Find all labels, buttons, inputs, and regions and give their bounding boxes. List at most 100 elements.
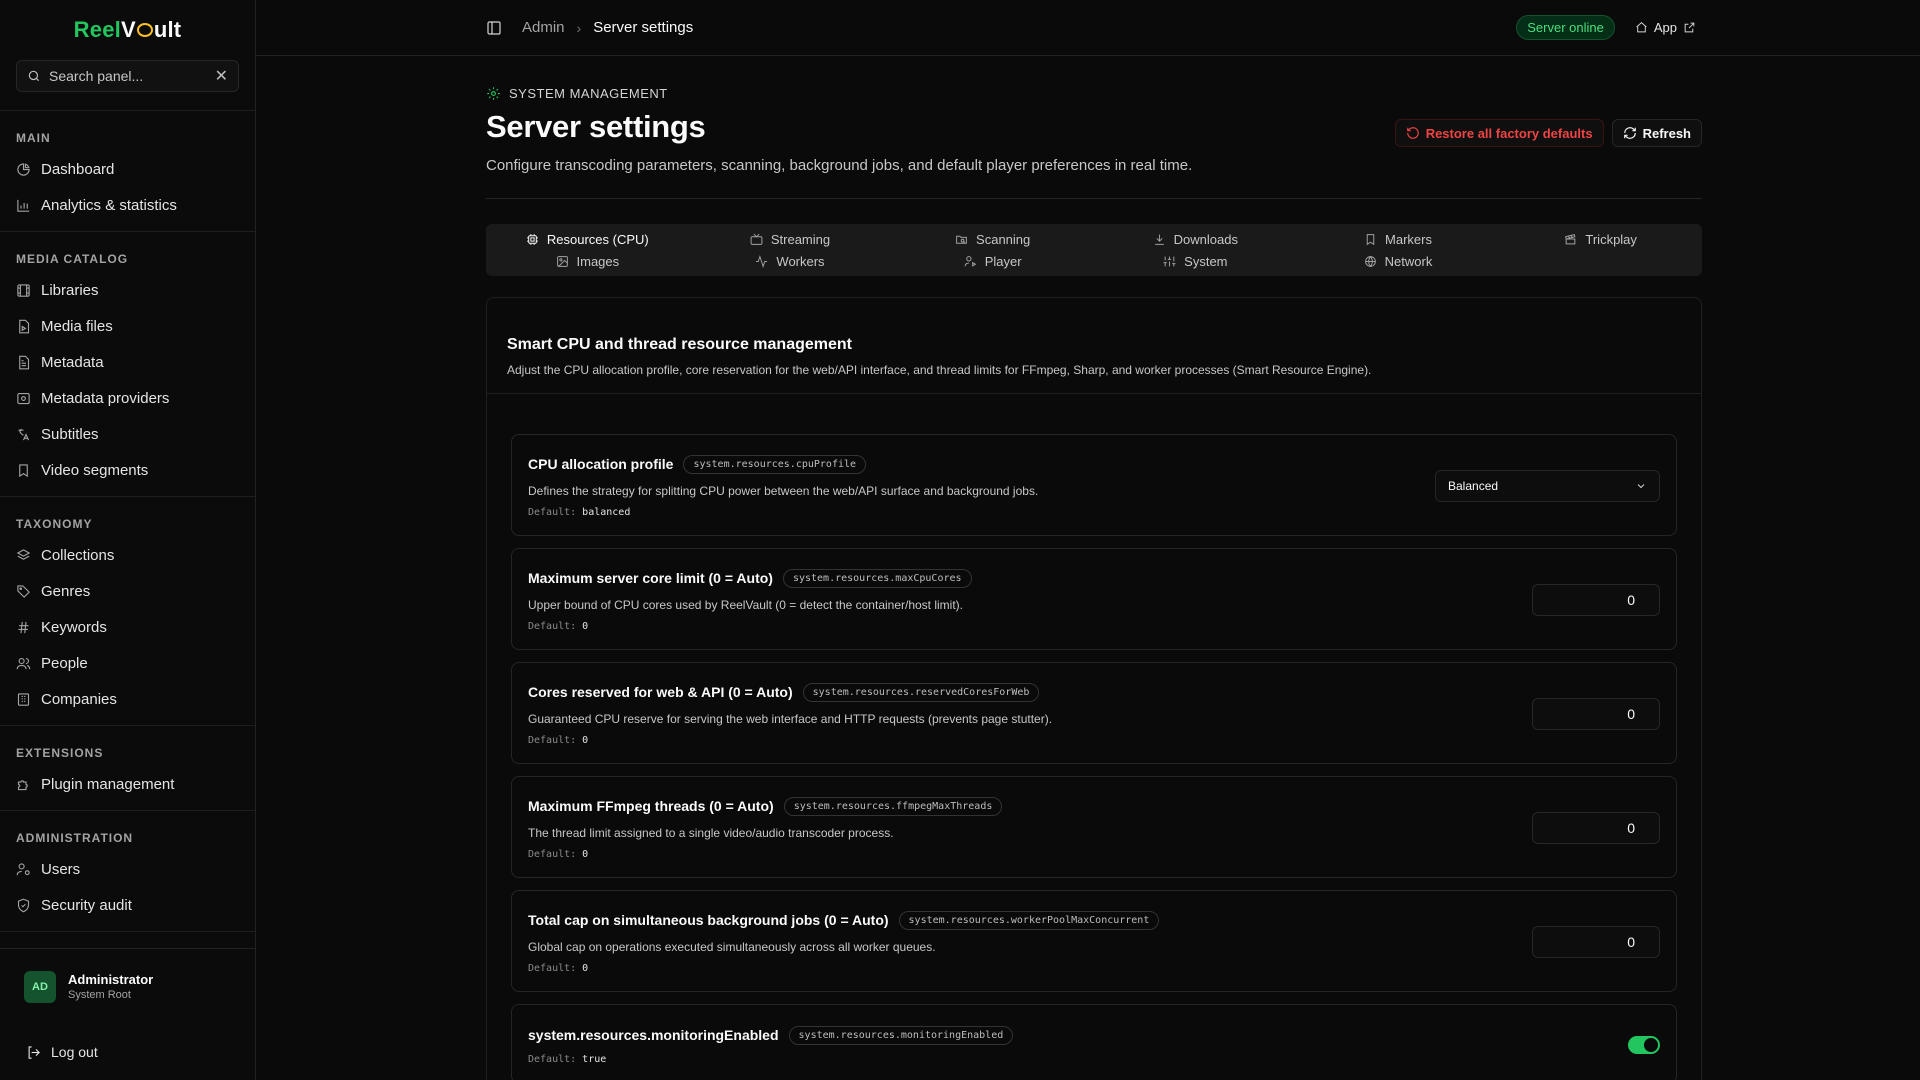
default-label: Default:	[528, 962, 577, 974]
sidebar-item-label: Metadata	[41, 353, 104, 371]
user-cog-icon	[16, 862, 30, 875]
logo-text-v: V	[120, 17, 136, 42]
number-input[interactable]: 0	[1532, 926, 1660, 958]
tab-label: Workers	[776, 253, 825, 269]
sidebar-item-plugin-management[interactable]: Plugin management	[0, 766, 255, 802]
bookmark-icon	[1366, 233, 1375, 245]
sidebar-item-collections[interactable]: Collections	[0, 537, 255, 573]
tab-label: Resources (CPU)	[546, 231, 649, 247]
sidebar-section-title: MEDIA CATALOG	[16, 252, 129, 266]
sidebar-toggle-icon[interactable]	[486, 20, 502, 36]
main: Admin › Server settings Server online Ap…	[256, 0, 1920, 1080]
cpu-icon	[526, 233, 538, 245]
tab-images[interactable]: Images	[486, 250, 689, 272]
sidebar-section-title: MAIN	[16, 131, 51, 145]
number-input[interactable]: 0	[1532, 698, 1660, 730]
sidebar-section-main: MAIN Dashboard Analytics & statistics	[0, 111, 255, 232]
setting-title-row: Cores reserved for web & API (0 = Auto) …	[528, 682, 1532, 702]
sidebar-item-label: Keywords	[41, 618, 107, 636]
search-input[interactable]: Search panel... ✕	[16, 60, 239, 92]
tab-network[interactable]: Network	[1297, 250, 1500, 272]
default-value: 0	[582, 734, 589, 746]
sidebar-item-metadata-providers[interactable]: Metadata providers	[0, 380, 255, 416]
sidebar-item-genres[interactable]: Genres	[0, 573, 255, 609]
sidebar-section-taxonomy: TAXONOMY Collections Genres Keywords Peo…	[0, 497, 255, 726]
tab-trickplay[interactable]: Trickplay	[1499, 228, 1702, 250]
setting-key-badge: system.resources.ffmpegMaxThreads	[783, 796, 1003, 816]
cpu-profile-select[interactable]: Balanced	[1435, 470, 1660, 502]
tab-downloads[interactable]: Downloads	[1094, 228, 1297, 250]
sidebar-item-companies[interactable]: Companies	[0, 681, 255, 717]
file-text-icon	[19, 355, 30, 369]
refresh-button[interactable]: Refresh	[1611, 119, 1702, 147]
app-link[interactable]: App	[1635, 20, 1696, 35]
number-input[interactable]: 0	[1532, 584, 1660, 616]
sidebar-item-keywords[interactable]: Keywords	[0, 609, 255, 645]
tab-scanning[interactable]: Scanning	[891, 228, 1094, 250]
setting-default: Default: balanced	[528, 507, 1435, 518]
clear-search-icon[interactable]: ✕	[215, 66, 228, 86]
sidebar: Reel Vult Search panel... ✕ MAIN Dashboar…	[0, 0, 256, 1080]
breadcrumb-current: Server settings	[593, 19, 694, 36]
sidebar-item-libraries[interactable]: Libraries	[0, 272, 255, 308]
file-video-icon	[19, 319, 30, 333]
sidebar-item-media-files[interactable]: Media files	[0, 308, 255, 344]
sidebar-item-security-audit[interactable]: Security audit	[0, 887, 255, 923]
sidebar-item-users[interactable]: Users	[0, 851, 255, 887]
setting-title-row: Maximum server core limit (0 = Auto) sys…	[528, 568, 1532, 588]
logout-button[interactable]: Log out	[0, 1024, 255, 1080]
languages-icon	[18, 428, 30, 440]
setting-info: Maximum server core limit (0 = Auto) sys…	[528, 568, 1532, 632]
sidebar-item-subtitles[interactable]: Subtitles	[0, 416, 255, 452]
toggle-switch[interactable]	[1628, 1036, 1660, 1054]
sidebar-item-label: Media files	[41, 317, 113, 335]
users-icon	[16, 657, 31, 669]
sidebar-item-people[interactable]: People	[0, 645, 255, 681]
download-icon	[1154, 234, 1164, 245]
panel-description: Adjust the CPU allocation profile, core …	[507, 363, 1372, 377]
setting-key-badge: system.resources.maxCpuCores	[782, 568, 972, 588]
tab-streaming[interactable]: Streaming	[689, 228, 892, 250]
setting-system-resources-reservedcoresforweb: Cores reserved for web & API (0 = Auto) …	[511, 662, 1677, 764]
number-input[interactable]: 0	[1532, 812, 1660, 844]
tab-resources-cpu[interactable]: Resources (CPU)	[486, 228, 689, 250]
sidebar-item-label: Dashboard	[41, 160, 115, 178]
sidebar-item-dashboard[interactable]: Dashboard	[0, 151, 255, 187]
restore-defaults-button[interactable]: Restore all factory defaults	[1394, 119, 1604, 147]
tab-workers[interactable]: Workers	[689, 250, 892, 272]
default-value: 0	[582, 962, 589, 974]
refresh-label: Refresh	[1642, 125, 1691, 141]
setting-system-resources-monitoringenabled: system.resources.monitoringEnabled syste…	[511, 1004, 1677, 1080]
tab-label: Network	[1384, 253, 1433, 269]
layers-icon	[16, 548, 31, 560]
setting-default: Default: 0	[528, 963, 1532, 974]
setting-title: system.resources.monitoringEnabled	[528, 1027, 779, 1043]
search-icon	[28, 70, 40, 82]
pie-chart-icon	[17, 162, 30, 176]
film-reel-icon	[136, 23, 153, 37]
sliders-icon	[1163, 256, 1176, 266]
default-label: Default:	[528, 506, 577, 518]
home-icon	[1636, 21, 1647, 33]
tab-markers[interactable]: Markers	[1297, 228, 1500, 250]
restore-defaults-label: Restore all factory defaults	[1425, 125, 1593, 141]
breadcrumb-admin[interactable]: Admin	[522, 19, 565, 36]
tab-system[interactable]: System	[1094, 250, 1297, 272]
default-label: Default:	[528, 1053, 577, 1065]
sidebar-item-video-segments[interactable]: Video segments	[0, 452, 255, 488]
header-divider	[486, 198, 1702, 199]
tab-label: Trickplay	[1585, 231, 1637, 247]
tab-player[interactable]: Player	[891, 250, 1094, 272]
logo[interactable]: Reel Vult	[0, 0, 255, 60]
setting-title: Maximum server core limit (0 = Auto)	[528, 570, 773, 586]
sidebar-item-analytics-statistics[interactable]: Analytics & statistics	[0, 187, 255, 223]
gear-icon	[487, 87, 500, 100]
setting-title-row: Maximum FFmpeg threads (0 = Auto) system…	[528, 796, 1532, 816]
user-card[interactable]: AD Administrator System Root	[0, 948, 255, 1024]
breadcrumb: Admin › Server settings	[486, 19, 693, 36]
sidebar-item-metadata[interactable]: Metadata	[0, 344, 255, 380]
eyebrow: SYSTEM MANAGEMENT	[486, 86, 1702, 101]
setting-key-badge: system.resources.reservedCoresForWeb	[802, 682, 1040, 702]
setting-system-resources-cpuprofile: CPU allocation profile system.resources.…	[511, 434, 1677, 536]
tab-label: Streaming	[770, 231, 831, 247]
